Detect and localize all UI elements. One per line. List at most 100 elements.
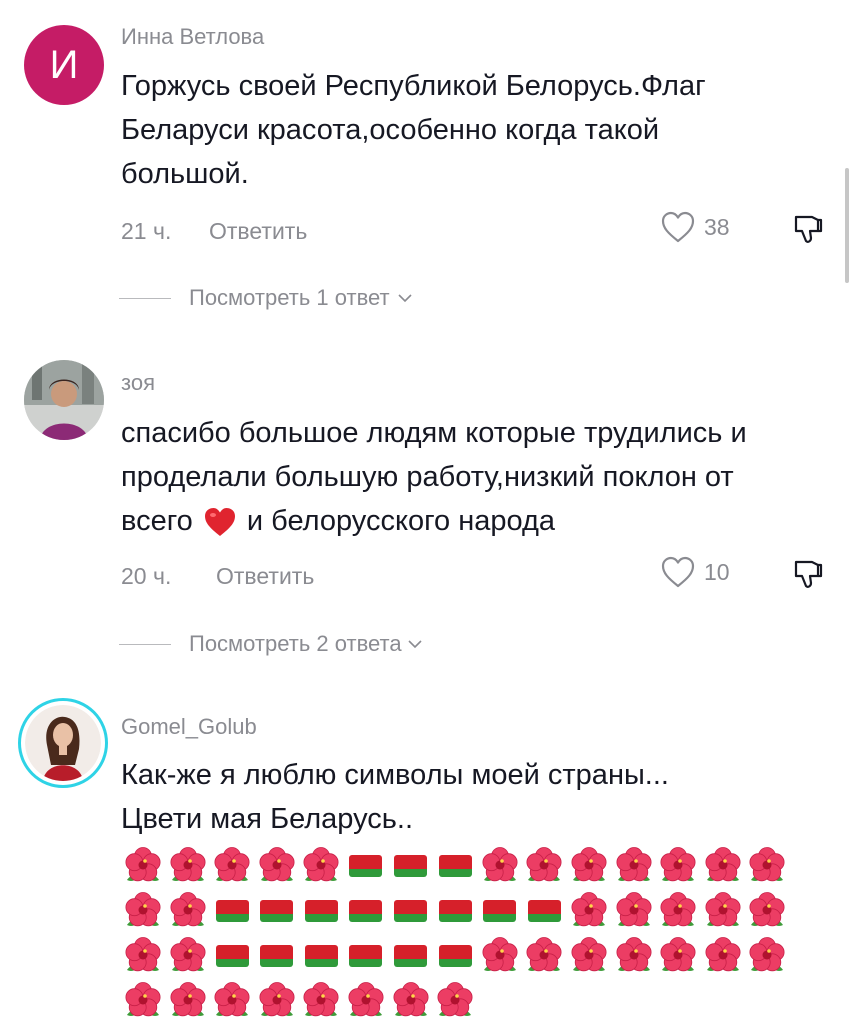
emoji-cell xyxy=(210,888,254,933)
hibiscus-icon xyxy=(749,846,785,881)
hibiscus-icon xyxy=(616,891,652,926)
hibiscus-icon xyxy=(660,891,696,926)
comment-text-line: Как-же я люблю символы моей страны... xyxy=(121,759,669,791)
emoji-cell xyxy=(656,888,700,933)
emoji-cell xyxy=(701,933,745,978)
dislike-icon xyxy=(794,560,823,588)
emoji-cell xyxy=(478,888,522,933)
emoji-row xyxy=(121,978,801,1023)
emoji-cell xyxy=(166,978,210,1023)
emoji-cell xyxy=(567,888,611,933)
hibiscus-icon xyxy=(526,846,562,881)
reply-button[interactable]: Ответить xyxy=(209,218,307,245)
hibiscus-icon xyxy=(125,981,161,1016)
emoji-cell xyxy=(299,933,343,978)
heart-outline-icon xyxy=(661,211,695,243)
hibiscus-icon xyxy=(660,936,696,971)
belarus-flag-icon xyxy=(349,944,383,967)
reply-button[interactable]: Ответить xyxy=(216,563,314,590)
emoji-cell xyxy=(299,888,343,933)
dislike-button[interactable] xyxy=(790,211,826,252)
like-count: 38 xyxy=(704,213,730,240)
hibiscus-icon xyxy=(482,936,518,971)
avatar[interactable] xyxy=(18,698,108,788)
comment-text: Как-же я люблю символы моей страны... Цв… xyxy=(121,753,811,841)
comment-author[interactable]: Инна Ветлова xyxy=(121,24,264,50)
emoji-cell xyxy=(522,843,566,888)
emoji-grid xyxy=(121,843,801,1023)
hibiscus-icon xyxy=(571,846,607,881)
avatar[interactable] xyxy=(24,360,104,440)
hibiscus-icon xyxy=(170,981,206,1016)
emoji-row xyxy=(121,888,801,933)
emoji-cell xyxy=(522,933,566,978)
comment-text: спасибо большое людям которые трудились … xyxy=(121,411,811,543)
divider xyxy=(119,297,171,299)
comment-time: 20 ч. xyxy=(121,563,172,589)
emoji-cell xyxy=(389,843,433,888)
belarus-flag-icon xyxy=(438,944,472,967)
comment-text-line: Горжусь своей Республикой Белорусь.Флаг xyxy=(121,70,706,102)
emoji-cell xyxy=(344,978,388,1023)
heart-outline-icon xyxy=(661,556,695,588)
chevron-down-icon xyxy=(408,640,422,649)
belarus-flag-icon xyxy=(527,899,561,922)
view-replies-button[interactable]: Посмотреть 1 ответ xyxy=(119,285,414,311)
view-replies-button[interactable]: Посмотреть 2 ответа xyxy=(119,631,424,657)
emoji-cell xyxy=(121,933,165,978)
dislike-button[interactable] xyxy=(790,556,826,597)
hibiscus-icon xyxy=(303,846,339,881)
comment-text-line: большой. xyxy=(121,158,249,190)
scrollbar[interactable] xyxy=(845,168,849,283)
belarus-flag-icon xyxy=(260,899,294,922)
comment-author[interactable]: Gomel_Golub xyxy=(121,714,257,740)
emoji-cell xyxy=(433,843,477,888)
hibiscus-icon xyxy=(660,846,696,881)
emoji-cell xyxy=(701,888,745,933)
emoji-cell xyxy=(255,843,299,888)
emoji-cell xyxy=(478,843,522,888)
comment-text-line: всего и белорусского народа xyxy=(121,499,811,543)
emoji-cell xyxy=(745,888,789,933)
view-replies-label: Посмотреть 2 ответа xyxy=(189,631,402,656)
emoji-cell xyxy=(656,933,700,978)
comment-time: 21 ч. xyxy=(121,218,172,244)
emoji-cell xyxy=(612,888,656,933)
emoji-cell xyxy=(745,843,789,888)
emoji-cell xyxy=(210,978,254,1023)
emoji-cell xyxy=(656,843,700,888)
hibiscus-icon xyxy=(303,981,339,1016)
avatar[interactable]: И xyxy=(24,25,104,105)
hibiscus-icon xyxy=(214,981,250,1016)
emoji-cell xyxy=(166,843,210,888)
emoji-cell xyxy=(166,933,210,978)
belarus-flag-icon xyxy=(215,944,249,967)
belarus-flag-icon xyxy=(483,899,517,922)
hibiscus-icon xyxy=(526,936,562,971)
emoji-cell xyxy=(255,978,299,1023)
emoji-row xyxy=(121,843,801,888)
hibiscus-icon xyxy=(571,891,607,926)
belarus-flag-icon xyxy=(260,944,294,967)
emoji-cell xyxy=(344,888,388,933)
hibiscus-icon xyxy=(705,936,741,971)
belarus-flag-icon xyxy=(394,899,428,922)
comment-text-line: спасибо большое людям которые трудились … xyxy=(121,417,747,449)
emoji-cell xyxy=(255,888,299,933)
hibiscus-icon xyxy=(348,981,384,1016)
belarus-flag-icon xyxy=(304,899,338,922)
emoji-cell xyxy=(612,843,656,888)
avatar-letter: И xyxy=(49,42,79,87)
like-button[interactable]: 10 xyxy=(660,555,730,589)
hibiscus-icon xyxy=(749,891,785,926)
emoji-cell xyxy=(299,978,343,1023)
like-button[interactable]: 38 xyxy=(660,210,730,244)
belarus-flag-icon xyxy=(349,899,383,922)
comment-text: Горжусь своей Республикой Белорусь.Флаг … xyxy=(121,64,811,196)
belarus-flag-icon xyxy=(438,899,472,922)
comment-author[interactable]: зоя xyxy=(121,370,155,396)
emoji-cell xyxy=(478,933,522,978)
red-heart-icon xyxy=(204,508,235,537)
emoji-cell xyxy=(344,933,388,978)
emoji-cell xyxy=(433,888,477,933)
